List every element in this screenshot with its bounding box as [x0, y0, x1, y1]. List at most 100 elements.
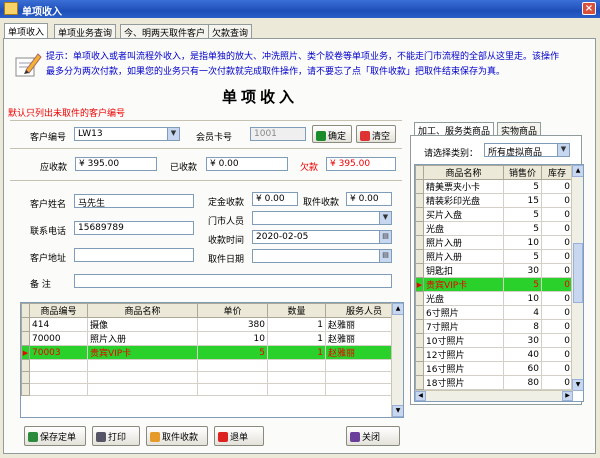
receivable-field[interactable]: ¥ 395.00 — [75, 157, 157, 171]
row-indicator — [21, 331, 30, 346]
print-button[interactable]: 打印 — [92, 426, 140, 446]
cell-price: 380 — [197, 317, 268, 332]
refund-button[interactable]: 退单 — [214, 426, 264, 446]
row-indicator — [21, 371, 30, 384]
category-label: 请选择类别： — [424, 149, 479, 159]
col-name[interactable]: 商品名称 — [87, 303, 198, 318]
phone-input[interactable]: 15689789 — [74, 221, 194, 235]
pickup-pay-input[interactable]: ¥ 0.00 — [346, 192, 392, 206]
scroll-down-icon[interactable]: ▼ — [392, 405, 403, 417]
pickup-pay-button[interactable]: 取件收款 — [146, 426, 208, 446]
close-window-button[interactable]: × — [582, 2, 596, 15]
table-row[interactable]: 414 摄像 380 1 赵雅丽 — [21, 317, 403, 332]
divider — [10, 180, 402, 181]
save-order-button[interactable]: 保存定单 — [24, 426, 86, 446]
tab-pickup-customers[interactable]: 今、明两天取件客户 — [120, 24, 210, 39]
clear-button[interactable]: 清空 — [356, 125, 396, 143]
cell-sale-price: 40 — [503, 347, 542, 362]
clear-icon — [360, 131, 370, 141]
col-goods-name[interactable]: 商品名称 — [423, 165, 504, 180]
category-select[interactable]: 所有虚拟商品 ▼ — [484, 143, 570, 157]
receivable-label: 应收款 — [40, 163, 68, 173]
cell-stock: 0 — [541, 263, 573, 278]
member-card-input[interactable]: 1001 — [250, 127, 306, 141]
row-indicator — [415, 305, 424, 320]
received-field[interactable]: ¥ 0.00 — [206, 157, 288, 171]
owed-field[interactable]: ¥ 395.00 — [326, 157, 396, 171]
goods-grid[interactable]: 商品名称 销售价 库存 精美票夹小卡 5 0 精装彩印光盘 15 0 买片入盘 5 0 光盘 5 0 照… — [414, 164, 584, 402]
pencil-paper-icon — [15, 53, 42, 77]
order-scrollbar[interactable]: ▲ ▼ — [391, 303, 403, 417]
pickup-date-picker[interactable]: ▤ — [252, 249, 392, 263]
cell-sale-price: 8 — [503, 319, 542, 334]
col-stock[interactable]: 库存 — [541, 165, 573, 180]
list-item[interactable]: 18寸照片 80 0 — [415, 375, 573, 390]
list-item[interactable]: 照片入册 5 0 — [415, 249, 573, 264]
list-item[interactable]: ▶ 贵宾VIP卡 5 0 — [415, 277, 573, 292]
list-item[interactable]: 钥匙扣 30 0 — [415, 263, 573, 278]
close-button[interactable]: 关闭 — [346, 426, 400, 446]
deposit-input[interactable]: ¥ 0.00 — [252, 192, 298, 206]
row-indicator — [21, 317, 30, 332]
staff-select[interactable]: ▼ — [252, 211, 392, 225]
cell-name: 摄像 — [87, 317, 198, 332]
row-indicator-header — [415, 165, 424, 180]
goods-hscroll[interactable]: ◀ ▶ — [415, 390, 573, 401]
list-item[interactable]: 12寸照片 40 0 — [415, 347, 573, 362]
scroll-down-icon[interactable]: ▼ — [572, 379, 583, 391]
row-indicator — [415, 347, 424, 362]
customer-name-input[interactable]: 马先生 — [74, 194, 194, 208]
exit-icon — [350, 432, 360, 442]
row-indicator — [415, 207, 424, 222]
confirm-label: 确定 — [328, 132, 347, 142]
received-label: 已收款 — [170, 163, 198, 173]
list-item[interactable]: 照片入册 10 0 — [415, 235, 573, 250]
tab-debt-query[interactable]: 欠款查询 — [208, 24, 253, 39]
tab-service-goods[interactable]: 加工、服务类商品 — [414, 122, 495, 137]
table-row[interactable]: ▶ 70003 贵宾VIP卡 5 1 赵雅丽 — [21, 345, 403, 360]
list-item[interactable]: 10寸照片 30 0 — [415, 333, 573, 348]
pickup-pay-button-label: 取件收款 — [162, 433, 199, 443]
cell-name: 贵宾VIP卡 — [87, 345, 198, 360]
empty-cell — [267, 371, 326, 384]
cell-stock: 0 — [541, 179, 573, 194]
col-qty[interactable]: 数量 — [267, 303, 326, 318]
scroll-up-icon[interactable]: ▲ — [572, 165, 583, 177]
list-item[interactable]: 买片入盘 5 0 — [415, 207, 573, 222]
col-price[interactable]: 单价 — [197, 303, 268, 318]
order-grid[interactable]: 商品编号 商品名称 单价 数量 服务人员 414 摄像 380 1 赵雅丽 70000 照片… — [20, 302, 404, 418]
list-item[interactable]: 精美票夹小卡 5 0 — [415, 179, 573, 194]
customer-id-select[interactable]: LW13 ▼ — [74, 127, 180, 141]
hint-text: 提示：单项收入或者叫流程外收入，是指单独的放大、冲洗照片、类个胶卷等单项业务，不… — [46, 50, 594, 80]
customer-id-value: LW13 — [78, 129, 103, 139]
list-item[interactable]: 精装彩印光盘 15 0 — [415, 193, 573, 208]
calendar-icon: ▤ — [379, 250, 391, 262]
address-input[interactable] — [74, 248, 194, 262]
tab-physical-goods[interactable]: 实物商品 — [497, 122, 542, 137]
cell-stock: 0 — [541, 277, 573, 292]
cell-stock: 0 — [541, 207, 573, 222]
chevron-down-icon: ▼ — [167, 128, 179, 140]
list-item[interactable]: 光盘 5 0 — [415, 221, 573, 236]
pay-time-picker[interactable]: 2020-02-05 ▤ — [252, 230, 392, 244]
tab-single-income[interactable]: 单项收入 — [4, 23, 49, 38]
hint-line-2: 最多分为两次付款，如果您的业务只有一次付款就完成取件操作，请不要忘了点「取件收款… — [46, 67, 506, 77]
scroll-thumb[interactable] — [573, 243, 583, 303]
scroll-up-icon[interactable]: ▲ — [392, 303, 403, 315]
list-item[interactable]: 光盘 10 0 — [415, 291, 573, 306]
scroll-right-icon[interactable]: ▶ — [562, 391, 573, 401]
col-code[interactable]: 商品编号 — [29, 303, 88, 318]
tab-business-query[interactable]: 单项业务查询 — [54, 24, 117, 39]
empty-cell — [29, 371, 88, 384]
list-item[interactable]: 16寸照片 60 0 — [415, 361, 573, 376]
remark-input[interactable] — [74, 274, 392, 288]
table-row[interactable]: 70000 照片入册 10 1 赵雅丽 — [21, 331, 403, 346]
scroll-left-icon[interactable]: ◀ — [415, 391, 426, 401]
col-sale-price[interactable]: 销售价 — [503, 165, 542, 180]
list-item[interactable]: 6寸照片 4 0 — [415, 305, 573, 320]
confirm-button[interactable]: 确定 — [312, 125, 352, 143]
list-item[interactable]: 7寸照片 8 0 — [415, 319, 573, 334]
row-indicator — [415, 263, 424, 278]
divider — [10, 120, 402, 121]
goods-vscroll[interactable]: ▲ ▼ — [571, 165, 583, 391]
